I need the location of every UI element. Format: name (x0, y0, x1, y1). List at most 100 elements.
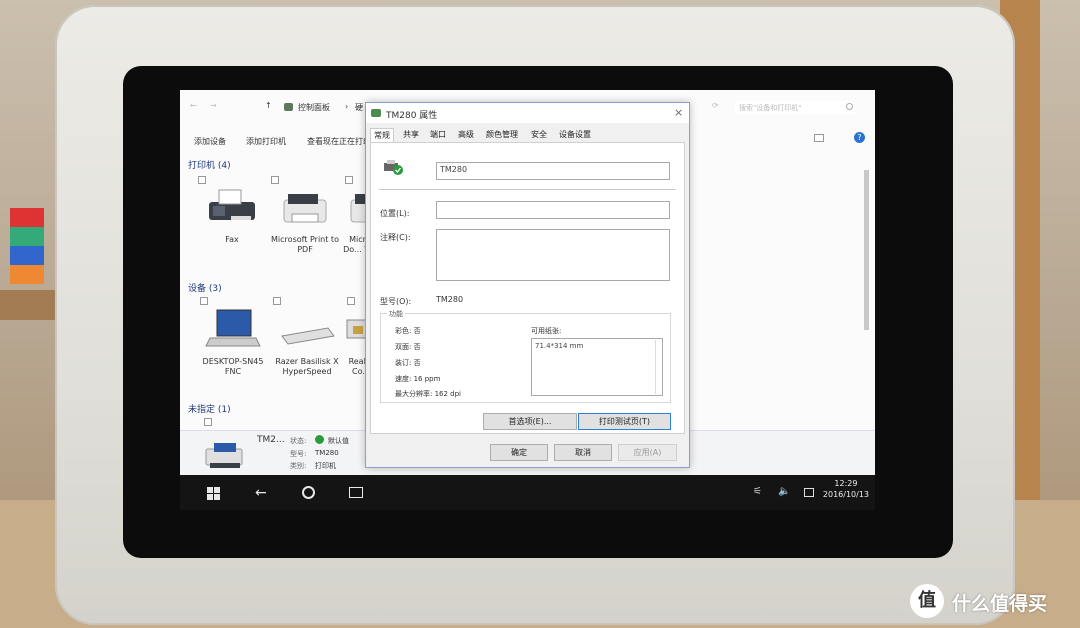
preferences-button[interactable]: 首选项(E)... (483, 413, 577, 430)
laptop-icon (205, 309, 261, 347)
checkbox[interactable] (273, 297, 281, 305)
printer-icon (205, 443, 243, 468)
back-button[interactable]: ← (190, 101, 197, 110)
explorer-scrollbar[interactable] (863, 150, 870, 430)
breadcrumb-separator: › (345, 102, 349, 111)
location-field[interactable] (436, 201, 670, 219)
status-value: 默认值 (328, 437, 349, 445)
add-device-button[interactable]: 添加设备 (194, 136, 226, 147)
checkbox[interactable] (345, 176, 353, 184)
cancel-button[interactable]: 取消 (554, 444, 612, 461)
action-center-icon[interactable] (804, 488, 814, 497)
dialog-title: TM280 属性 (386, 111, 438, 121)
feature-resolution: 最大分辨率: 162 dpi (395, 390, 462, 398)
general-tab-panel: TM280 位置(L): 注释(C): 型号(O): TM280 功能 彩色: … (370, 142, 685, 434)
clock[interactable]: 12:29 2016/10/13 (823, 478, 869, 500)
device-label: DESKTOP-SN45 FNC (202, 357, 264, 376)
paper-label: 可用纸张: (531, 327, 562, 335)
feature-color: 彩色: 否 (395, 327, 421, 335)
help-icon[interactable]: ? (854, 132, 865, 143)
print-test-page-button[interactable]: 打印测试页(T) (578, 413, 671, 430)
category-value: 打印机 (315, 462, 336, 470)
search-icon (846, 103, 853, 110)
comment-label: 注释(C): (380, 233, 411, 242)
model-label: 型号(O): (380, 297, 412, 306)
tab-general[interactable]: 常规 (370, 128, 394, 142)
tab-sharing[interactable]: 共享 (400, 128, 422, 142)
tab-color-management[interactable]: 颜色管理 (483, 128, 521, 142)
windows-start-icon[interactable] (207, 487, 220, 500)
details-device-name: TM2... (257, 435, 285, 445)
feature-duplex: 双面: 否 (395, 343, 421, 351)
search-placeholder: 搜索"设备和打印机" (739, 104, 802, 112)
clock-time: 12:29 (834, 479, 858, 488)
up-button[interactable]: ↑ (265, 101, 272, 110)
printer-icon (283, 194, 327, 223)
dialog-title-bar[interactable]: TM280 属性 × (366, 103, 689, 123)
device-label: Microsoft Print to PDF (271, 235, 339, 254)
device-item-microsoft-print-to-pdf[interactable]: Microsoft Print to PDF (270, 186, 340, 255)
status-ok-icon (315, 435, 324, 444)
control-panel-icon (284, 103, 293, 111)
divider (379, 189, 676, 190)
search-box[interactable]: 搜索"设备和打印机" (735, 101, 855, 114)
checkbox[interactable] (204, 418, 212, 426)
paper-list-scrollbar[interactable] (655, 340, 661, 394)
device-label: Razer Basilisk X HyperSpeed (275, 357, 339, 376)
printer-small-icon (371, 109, 381, 117)
scrollbar-thumb[interactable] (864, 170, 869, 330)
tab-advanced[interactable]: 高级 (455, 128, 477, 142)
printer-name-value: TM280 (440, 165, 468, 174)
back-arrow-icon[interactable]: ← (255, 485, 267, 501)
unspecified-section-header[interactable]: 未指定 (1) (188, 402, 231, 415)
tab-security[interactable]: 安全 (528, 128, 550, 142)
volume-icon[interactable]: 🔈 (778, 486, 790, 497)
add-printer-button[interactable]: 添加打印机 (246, 136, 286, 147)
rubiks-cube (10, 208, 44, 284)
device-item-desktop[interactable]: DESKTOP-SN45 FNC (198, 306, 268, 377)
model-value: TM280 (436, 295, 464, 304)
feature-speed: 速度: 16 ppm (395, 375, 441, 383)
category-label: 类别: (290, 462, 307, 470)
forward-button[interactable]: → (210, 101, 217, 110)
clock-date: 2016/10/13 (822, 490, 869, 499)
devices-section-header[interactable]: 设备 (3) (188, 281, 222, 294)
breadcrumb-address[interactable]: 控制面板 (298, 102, 330, 113)
checkbox[interactable] (347, 297, 355, 305)
model-value: TM280 (315, 449, 339, 457)
taskbar: ← ⚟ 🔈 12:29 2016/10/13 (180, 475, 875, 510)
fax-icon (209, 189, 255, 220)
close-button[interactable]: × (674, 106, 683, 119)
printers-section-header[interactable]: 打印机 (4) (188, 158, 231, 171)
comment-field[interactable] (436, 229, 670, 281)
checkbox[interactable] (198, 176, 206, 184)
feature-staple: 装订: 否 (395, 359, 421, 367)
watermark-logo: 值 (910, 584, 944, 618)
breadcrumb-address-more[interactable]: 硬 (355, 102, 363, 113)
network-icon[interactable]: ⚟ (753, 486, 762, 497)
paper-list[interactable]: 71.4*314 mm (531, 338, 663, 396)
printer-ready-icon (384, 160, 403, 175)
paper-list-item[interactable]: 71.4*314 mm (535, 342, 583, 350)
refresh-button[interactable]: ⟳ (712, 101, 719, 110)
features-group: 功能 彩色: 否 双面: 否 装订: 否 速度: 16 ppm 最大分辨率: 1… (380, 309, 671, 403)
device-label: Fax (225, 235, 239, 244)
view-options-icon[interactable] (814, 134, 824, 142)
printer-name-field[interactable]: TM280 (436, 162, 670, 180)
tab-ports[interactable]: 端口 (427, 128, 449, 142)
checkbox[interactable] (200, 297, 208, 305)
tab-device-settings[interactable]: 设备设置 (556, 128, 594, 142)
keyboard-icon (281, 327, 335, 345)
checkbox[interactable] (271, 176, 279, 184)
screen: ← → ↑ 控制面板 › 硬 ⟳ 搜索"设备和打印机" 添加设备 添加打印机 查… (180, 90, 875, 510)
device-item-fax[interactable]: Fax (197, 186, 267, 245)
task-view-icon[interactable] (349, 487, 363, 498)
see-whats-printing-button[interactable]: 查看现在正在打印 (307, 136, 371, 147)
device-item-razer-keyboard[interactable]: Razer Basilisk X HyperSpeed (272, 306, 342, 377)
apply-button[interactable]: 应用(A) (618, 444, 677, 461)
ok-button[interactable]: 确定 (490, 444, 548, 461)
features-title: 功能 (387, 309, 405, 319)
status-label: 状态: (290, 437, 307, 445)
watermark-text: 什么值得买 (952, 593, 1048, 615)
home-circle-icon[interactable] (302, 486, 315, 499)
